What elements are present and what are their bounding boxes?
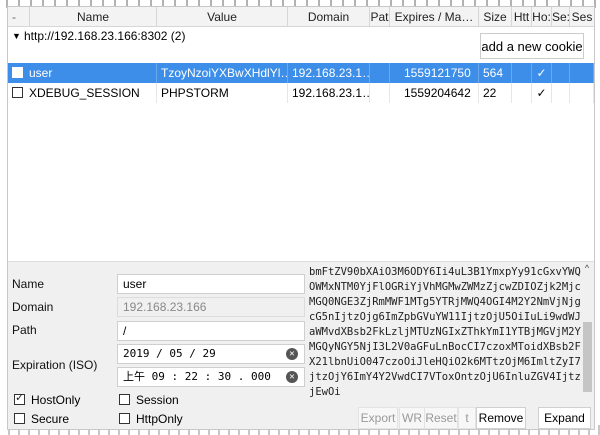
col-header-value[interactable]: Value — [157, 7, 288, 27]
expand-triangle-icon[interactable]: ▼ — [12, 31, 21, 41]
reset-button[interactable]: Reset — [424, 407, 458, 429]
cookie-value-textarea[interactable]: bmFtZV90bXAiO3M6ODY6Ii4uL3B1YmxpYy91cGxv… — [305, 265, 592, 427]
col-header-hostonly[interactable]: Ho: — [532, 7, 552, 27]
session-box[interactable] — [119, 394, 130, 406]
scrollbar-thumb[interactable] — [583, 322, 592, 392]
col-header-domain[interactable]: Domain — [288, 7, 370, 27]
path-label: Path — [12, 323, 37, 337]
col-header-toggle[interactable]: - — [8, 7, 30, 27]
remove-button[interactable]: Remove — [476, 407, 526, 429]
cookie-domain: 192.168.23.1… — [288, 63, 370, 83]
cookie-session — [570, 63, 594, 83]
clear-time-icon[interactable]: ✕ — [286, 371, 298, 383]
expiration-time-field[interactable]: 上午 09 : 22 : 30 . 000 ✕ — [117, 367, 305, 387]
cookie-editor-dialog: - Name Value Domain Pat Expires / Ma… Si… — [7, 6, 595, 430]
table-header: - Name Value Domain Pat Expires / Ma… Si… — [8, 7, 594, 27]
import-button[interactable]: WR — [399, 407, 425, 429]
cookie-session — [570, 83, 594, 103]
expand-button[interactable]: Expand — [538, 407, 591, 429]
cookie-value: TzoyNzoiYXBwXHdlYl… — [157, 63, 288, 83]
cookie-hostonly-check-icon: ✓ — [532, 83, 552, 103]
expiration-time-value: 上午 09 : 22 : 30 . 000 — [123, 370, 271, 383]
cookie-group: ▼ http://192.168.23.166:8302 (2) add a n… — [8, 27, 594, 65]
expiration-label: Expiration (ISO) — [12, 358, 98, 372]
httponly-checkbox[interactable]: HttpOnly — [119, 412, 183, 426]
domain-label: Domain — [12, 300, 54, 314]
cookie-httponly — [512, 83, 532, 103]
expiration-date-field[interactable]: 2019 / 05 / 29 ✕ — [117, 344, 305, 364]
cookie-size: 564 — [479, 63, 512, 83]
cookie-details-panel: Name user Domain 192.168.23.166 Path / E… — [8, 262, 594, 429]
table-row[interactable]: user TzoyNzoiYXBwXHdlYl… 192.168.23.1… 1… — [8, 63, 594, 83]
chevron-up-icon[interactable]: ^ — [581, 263, 593, 275]
secure-checkbox[interactable]: Secure — [14, 412, 69, 426]
cookie-name: XDEBUG_SESSION — [29, 86, 140, 100]
group-title: http://192.168.23.166:8302 (2) — [24, 29, 186, 43]
cookie-domain: 192.168.23.1… — [288, 83, 370, 103]
hostonly-label: HostOnly — [31, 393, 81, 407]
httponly-label: HttpOnly — [136, 412, 183, 426]
cookie-path — [370, 63, 390, 83]
name-label: Name — [12, 277, 45, 291]
cookie-hostonly-check-icon: ✓ — [532, 63, 552, 83]
cookie-expires: 1559204642 — [390, 83, 479, 103]
col-header-size[interactable]: Size — [479, 7, 512, 27]
row-checkbox[interactable] — [12, 87, 23, 99]
name-field[interactable]: user — [117, 274, 305, 294]
hostonly-check-icon[interactable] — [14, 391, 25, 406]
cookie-value: PHPSTORM — [157, 83, 288, 103]
clear-date-icon[interactable]: ✕ — [286, 348, 298, 360]
truncated-button[interactable]: t — [458, 407, 476, 429]
cookie-secure — [552, 83, 570, 103]
cookie-secure — [552, 63, 570, 83]
httponly-box[interactable] — [119, 413, 130, 425]
secure-label: Secure — [31, 412, 70, 426]
col-header-name[interactable]: Name — [30, 7, 157, 27]
col-header-expires[interactable]: Expires / Ma… — [390, 7, 479, 27]
export-button[interactable]: Export — [358, 407, 398, 429]
cookie-httponly — [512, 63, 532, 83]
hostonly-checkbox[interactable]: HostOnly — [14, 391, 81, 407]
path-field[interactable]: / — [117, 321, 305, 341]
row-checkbox[interactable] — [12, 67, 23, 79]
session-label: Session — [136, 393, 179, 407]
cookie-size: 22 — [479, 83, 512, 103]
cookie-expires: 1559121750 — [390, 63, 479, 83]
col-header-path[interactable]: Pat — [370, 7, 390, 27]
col-header-session[interactable]: Ses — [570, 7, 594, 27]
col-header-httponly[interactable]: Htt — [512, 7, 532, 27]
col-header-secure[interactable]: Se: — [552, 7, 570, 27]
table-row[interactable]: XDEBUG_SESSION PHPSTORM 192.168.23.1… 15… — [8, 83, 594, 103]
cookie-name: user — [29, 66, 53, 80]
action-bar: Export WR Reset t Remove Expand — [358, 407, 594, 429]
expiration-date-value: 2019 / 05 / 29 — [123, 347, 216, 360]
cookie-path — [370, 83, 390, 103]
add-cookie-button[interactable]: add a new cookie — [480, 33, 584, 59]
session-checkbox[interactable]: Session — [119, 393, 179, 407]
domain-field: 192.168.23.166 — [117, 297, 305, 317]
secure-box[interactable] — [14, 413, 25, 425]
